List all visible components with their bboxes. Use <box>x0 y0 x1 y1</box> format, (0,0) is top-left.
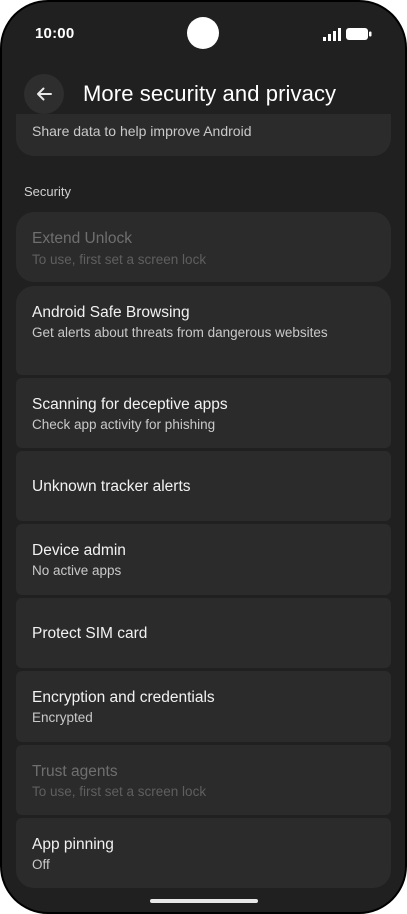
list-item-subtitle: To use, first set a screen lock <box>32 252 207 267</box>
phone-frame: 10:00 More security and privacy Share da… <box>0 0 407 914</box>
list-item-title: Unknown tracker alerts <box>32 478 191 495</box>
list-item-share-data[interactable]: Share data to help improve Android <box>16 114 391 156</box>
home-indicator[interactable] <box>150 899 258 903</box>
list-item-device-admin[interactable]: Device admin No active apps <box>16 524 391 595</box>
back-button[interactable] <box>24 74 64 114</box>
page-title: More security and privacy <box>83 81 337 106</box>
screen: 10:00 More security and privacy Share da… <box>2 2 405 912</box>
signal-icon <box>323 28 341 41</box>
list-item-title: Android Safe Browsing <box>32 304 190 321</box>
status-bar: 10:00 <box>2 2 405 64</box>
list-item-subtitle: Off <box>32 857 50 872</box>
list-item-title: Device admin <box>32 542 126 559</box>
camera-cutout <box>187 17 219 49</box>
list-item-title: Scanning for deceptive apps <box>32 396 228 413</box>
list-item-subtitle: Encrypted <box>32 710 93 725</box>
list-item-app-pinning[interactable]: App pinning Off <box>16 818 391 888</box>
section-header-security: Security <box>24 184 71 199</box>
list-item-encryption[interactable]: Encryption and credentials Encrypted <box>16 671 391 742</box>
list-item-subtitle: Share data to help improve Android <box>32 123 252 139</box>
back-arrow-icon <box>37 87 52 101</box>
list-item-title: Encryption and credentials <box>32 689 215 706</box>
list-item-protect-sim[interactable]: Protect SIM card <box>16 598 391 668</box>
status-time: 10:00 <box>35 25 75 42</box>
list-item-subtitle: Check app activity for phishing <box>32 417 216 432</box>
list-item-trust-agents: Trust agents To use, first set a screen … <box>16 745 391 815</box>
list-item-title: Extend Unlock <box>32 230 132 247</box>
list-item-subtitle: Get alerts about threats from dangerous … <box>32 325 328 340</box>
list-item-title: Trust agents <box>32 763 118 780</box>
list-item-subtitle: To use, first set a screen lock <box>32 784 207 799</box>
list-item-title: App pinning <box>32 836 114 853</box>
list-item-extend-unlock: Extend Unlock To use, first set a screen… <box>16 212 391 282</box>
list-item-subtitle: No active apps <box>32 563 122 578</box>
list-item-title: Protect SIM card <box>32 625 148 642</box>
list-item-deceptive-apps[interactable]: Scanning for deceptive apps Check app ac… <box>16 378 391 448</box>
list-item-safe-browsing[interactable]: Android Safe Browsing Get alerts about t… <box>16 286 391 375</box>
battery-icon <box>346 28 372 40</box>
list-item-tracker-alerts[interactable]: Unknown tracker alerts <box>16 451 391 521</box>
